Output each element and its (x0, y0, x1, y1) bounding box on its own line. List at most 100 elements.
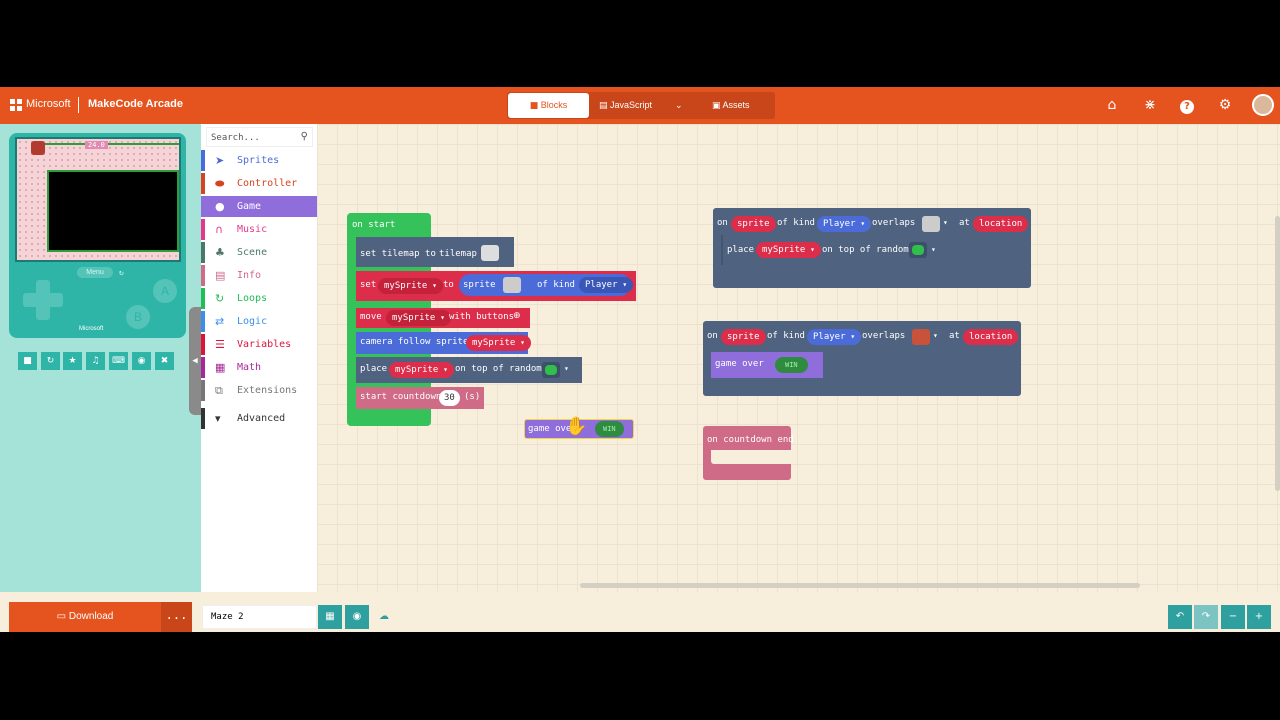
place-on-random-block-2[interactable]: place mySprite on top of random ▾ (721, 235, 947, 265)
screenshot-icon[interactable]: ◉ (132, 352, 151, 370)
search-input[interactable] (211, 130, 297, 145)
restart-icon[interactable]: ↻ (41, 352, 60, 370)
kind-dropdown[interactable]: Player (807, 329, 862, 345)
fullscreen-icon[interactable]: ✖ (155, 352, 174, 370)
sprite-image-slot[interactable] (503, 277, 521, 293)
tab-assets[interactable]: ▣ Assets (712, 92, 750, 119)
toolbox-category-game[interactable]: ● Game (201, 196, 317, 217)
more-options-button[interactable]: ... (161, 602, 192, 632)
b-button[interactable]: B (126, 305, 150, 329)
language-dropdown[interactable]: ⌄ (675, 92, 683, 119)
move-with-buttons-block[interactable]: move mySprite with buttons ⊕ (356, 308, 530, 328)
tile-image-slot[interactable] (542, 362, 560, 378)
start-countdown-block[interactable]: start countdown 30 (s) (356, 387, 484, 409)
variable-dropdown[interactable]: mySprite (756, 242, 821, 258)
tab-blocks[interactable]: ■ Blocks (508, 93, 589, 118)
chevron-down-icon[interactable]: ▾ (564, 364, 569, 373)
countdown-seconds-input[interactable]: 30 (439, 390, 460, 406)
countdown-timer: 24.0 (85, 141, 108, 149)
cloud-icon[interactable]: ☁ (372, 605, 396, 629)
github-icon[interactable]: ◉ (345, 605, 369, 629)
sprite-param[interactable]: sprite (721, 329, 766, 345)
toolbox-category-variables[interactable]: ☰ Variables (201, 334, 317, 355)
save-icon[interactable]: ▦ (318, 605, 342, 629)
on-countdown-end-block[interactable]: on countdown end (703, 426, 794, 480)
variable-dropdown[interactable]: mySprite (466, 335, 531, 351)
on-overlap-tile-block-2[interactable]: on sprite of kind Player overlaps ▾ at l… (703, 321, 1021, 396)
game-screen[interactable]: 24.0 (15, 137, 181, 262)
share-icon[interactable]: ⋇ (1141, 96, 1159, 114)
toolbox-category-info[interactable]: ▤ Info (201, 265, 317, 286)
camera-follow-block[interactable]: camera follow sprite mySprite (356, 332, 531, 354)
expand-plus-icon[interactable]: ⊕ (513, 311, 521, 321)
toolbox-category-controller[interactable]: ⬬ Controller (201, 173, 317, 194)
vertical-scrollbar[interactable] (1275, 216, 1280, 491)
at-label: at (949, 331, 960, 341)
help-icon[interactable]: ? (1178, 96, 1196, 114)
toolbox-category-logic[interactable]: ⇄ Logic (201, 311, 317, 332)
redo-icon[interactable]: ↷ (1194, 605, 1218, 629)
chest-tile-slot[interactable] (912, 329, 930, 345)
set-tilemap-block[interactable]: set tilemap to tilemap (356, 237, 514, 267)
search-icon[interactable]: ⚲ (301, 131, 308, 142)
zoom-out-icon[interactable]: − (1221, 605, 1245, 629)
home-icon[interactable]: ⌂ (1103, 96, 1121, 114)
stop-icon[interactable]: ■ (18, 352, 37, 370)
dragged-game-over-block[interactable]: game ove WIN ✋ (524, 416, 634, 439)
on-overlap-tile-block-1[interactable]: on sprite of kind Player overlaps ▾ at l… (713, 208, 1031, 288)
brand-divider (78, 97, 79, 113)
win-dropdown[interactable]: WIN (775, 357, 808, 373)
download-button[interactable]: ▭ Download (9, 602, 161, 632)
place-on-random-block[interactable]: place mySprite on top of random ▾ (356, 357, 582, 383)
toolbox-category-loops[interactable]: ↻ Loops (201, 288, 317, 309)
sprite-param[interactable]: sprite (731, 216, 776, 232)
kind-dropdown[interactable]: Player (817, 216, 872, 232)
tilemap-image-slot[interactable] (481, 245, 499, 261)
horizontal-scrollbar[interactable] (580, 583, 1140, 588)
kind-dropdown[interactable]: Player (579, 277, 634, 293)
undo-icon[interactable]: ↶ (1168, 605, 1192, 629)
chevron-down-icon[interactable]: ▾ (931, 245, 936, 254)
toolbox-category-label: Variables (237, 339, 292, 350)
a-button[interactable]: A (153, 279, 177, 303)
project-name-input[interactable]: Maze 2 (202, 605, 317, 629)
variable-dropdown[interactable]: mySprite (378, 278, 443, 294)
chevron-down-icon[interactable]: ▾ (933, 331, 938, 340)
app-title[interactable]: MakeCode Arcade (88, 98, 183, 110)
toolbox-category-music[interactable]: ∩ Music (201, 219, 317, 240)
tab-javascript[interactable]: ▤ JavaScript (599, 92, 652, 119)
collapse-simulator-handle[interactable]: ◀ (189, 307, 201, 415)
blocks-workspace[interactable]: on start set tilemap to tilemap set mySp… (317, 124, 1280, 592)
win-dropdown[interactable]: WIN (595, 421, 624, 437)
restart-mini-icon[interactable]: ↻ (119, 267, 131, 278)
download-label: Download (68, 611, 114, 622)
tile-image-slot[interactable] (909, 242, 927, 258)
debug-icon[interactable]: ★ (63, 352, 82, 370)
code-icon: ▤ (599, 101, 608, 111)
keyboard-icon[interactable]: ⌨ (109, 352, 128, 370)
menu-button[interactable]: Menu (77, 267, 113, 278)
game-over-block[interactable]: game over WIN (711, 352, 823, 378)
overlaps-label: overlaps (872, 218, 916, 228)
loop-icon: ↻ (215, 292, 225, 305)
headphones-icon: ∩ (215, 223, 224, 236)
create-sprite-reporter[interactable]: sprite of kind Player (459, 274, 634, 296)
chevron-down-icon[interactable]: ▾ (943, 218, 948, 227)
mute-icon[interactable]: ♫ (86, 352, 105, 370)
set-sprite-block[interactable]: set mySprite to sprite of kind Player (356, 271, 636, 301)
toolbox-category-scene[interactable]: ♣ Scene (201, 242, 317, 263)
toolbox-advanced[interactable]: ▾ Advanced (201, 408, 317, 429)
variable-dropdown[interactable]: mySprite (386, 310, 451, 326)
settings-icon[interactable]: ⚙ (1216, 96, 1234, 114)
variable-dropdown[interactable]: mySprite (389, 362, 454, 378)
location-param[interactable]: location (963, 329, 1019, 345)
location-param[interactable]: location (973, 216, 1029, 232)
toolbox-category-extensions[interactable]: ⧉ Extensions (201, 380, 317, 401)
zoom-in-icon[interactable]: + (1247, 605, 1271, 629)
toolbox-category-sprites[interactable]: ➤ Sprites (201, 150, 317, 171)
toolbox-category-math[interactable]: ▦ Math (201, 357, 317, 378)
avatar[interactable] (1252, 94, 1274, 116)
checker-tile-slot[interactable] (922, 216, 940, 232)
set-tilemap-label: set tilemap to (360, 249, 436, 259)
dpad[interactable] (23, 280, 63, 320)
